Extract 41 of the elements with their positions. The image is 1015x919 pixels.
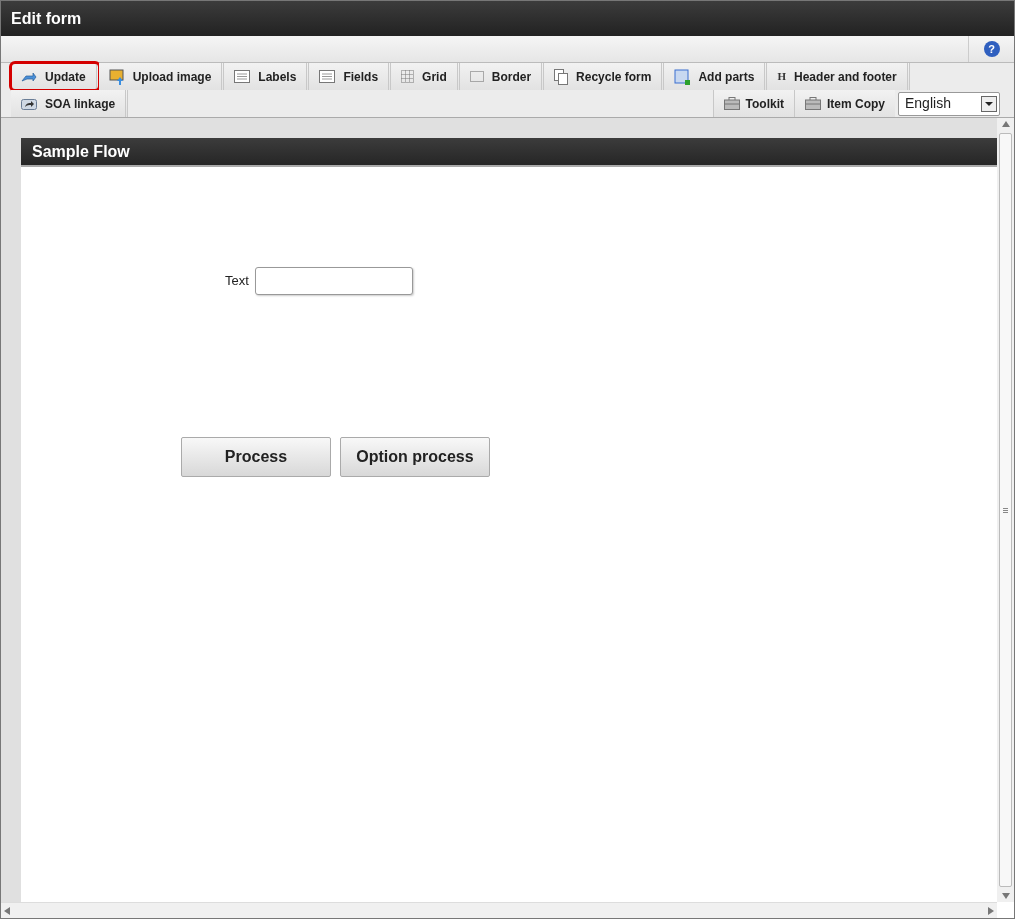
toolbar-tab[interactable]: Border <box>459 63 545 90</box>
toolbar-tab[interactable]: SOA linkage <box>11 90 129 117</box>
text-field[interactable] <box>254 267 413 295</box>
list-icon <box>234 70 251 83</box>
toolbar-tab[interactable]: Fields <box>309 63 392 90</box>
letter-icon: H <box>777 68 787 85</box>
action-button[interactable]: Option process <box>340 437 490 477</box>
field-label: Text <box>225 272 249 291</box>
language-select[interactable]: English <box>898 91 1000 116</box>
scroll-down-icon[interactable] <box>1001 893 1010 899</box>
window-title: Edit form <box>11 8 82 29</box>
action-button[interactable]: Process <box>181 437 331 477</box>
border-icon <box>469 71 484 82</box>
pages-icon <box>554 68 569 85</box>
scroll-left-icon[interactable] <box>4 906 10 915</box>
scroll-right-icon[interactable] <box>988 906 994 915</box>
arrow-icon <box>21 70 37 83</box>
image-upload-icon <box>108 68 125 85</box>
toolbox-icon <box>805 97 821 110</box>
toolbar-tab[interactable]: Recycle form <box>544 63 665 90</box>
list-icon <box>319 70 336 83</box>
help-icon[interactable]: ? <box>983 41 1000 57</box>
panel-title: Sample Flow <box>32 141 130 162</box>
toolbar-tab[interactable]: Update <box>11 63 99 90</box>
caret-icon <box>981 95 997 112</box>
horizontal-scrollbar[interactable] <box>1 902 997 918</box>
frame-plus-icon <box>674 68 691 85</box>
toolbar-tab[interactable]: Labels <box>224 63 310 90</box>
scroll-up-icon[interactable] <box>1001 121 1010 127</box>
grid-icon <box>401 70 415 83</box>
toolbar-tab[interactable]: H Header and footer <box>767 63 910 90</box>
toolbar-tab[interactable]: Add parts <box>664 63 768 90</box>
grip-icon <box>1003 507 1008 513</box>
toolbox-icon <box>723 97 740 110</box>
toolbar-tab[interactable]: Toolkit <box>712 90 794 117</box>
toolbar-tab[interactable]: Item Copy <box>794 90 895 117</box>
toolbar-tab[interactable]: Grid <box>391 63 460 90</box>
scrollbar-thumb[interactable] <box>999 133 1012 887</box>
scrollbar-corner <box>997 902 1014 918</box>
toolbar-tab[interactable]: Upload image <box>98 63 225 90</box>
vertical-scrollbar[interactable] <box>997 118 1014 902</box>
